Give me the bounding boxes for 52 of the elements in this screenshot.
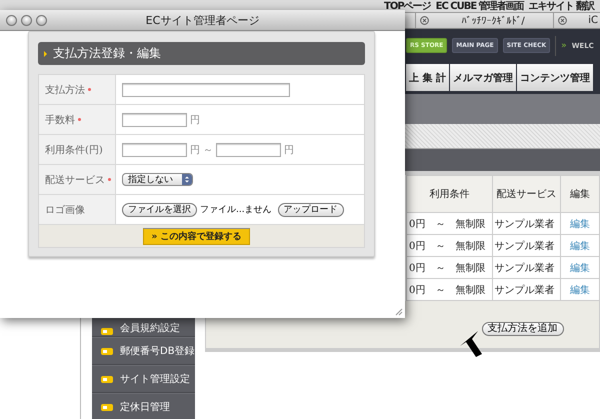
unit-label: 円 [284,144,294,156]
field-label: 支払方法 [39,75,116,104]
table-cell: 0円 ～ 無制限 [406,256,492,278]
section-heading: 支払方法登録・編集 [38,42,365,65]
edit-link[interactable]: 編集 [560,234,600,256]
table-cell: サンプル業者 [492,234,561,256]
table-cell: 0円 ～ 無制限 [406,234,492,256]
range-separator: ～ [203,144,213,156]
bookmark-link[interactable]: EC CUBE 管理者画面 [436,1,524,12]
sidebar-item[interactable]: 定休日管理 [92,393,195,419]
browser-tab[interactable]: ﾊﾞｯﾁﾜｰｸｷﾞﾙﾄﾞ/ [415,13,553,28]
unit-label: 円 [190,114,200,126]
nav-tab[interactable]: 上 集 計 [406,64,450,91]
choose-file-button[interactable]: ファイルを選択 [122,202,197,216]
field-label: 手数料 [39,105,116,134]
input-field[interactable] [122,82,290,96]
select-dropdown[interactable]: 指定しない [122,173,193,186]
field-label: 利用条件(円) [39,135,116,164]
input-field[interactable] [122,142,187,156]
close-icon[interactable] [558,16,567,25]
column-header: 編集 [560,176,600,212]
nav-tab[interactable]: コンテンツ管理 [516,64,594,91]
close-icon[interactable] [6,14,17,26]
chevron-icon: » [561,40,567,50]
sidebar-item[interactable]: 郵便番号DB登録 [92,337,195,365]
upload-button[interactable]: アップロード [278,202,344,216]
sidebar-item[interactable]: サイト管理設定 [92,365,195,393]
unit-label: 円 [190,144,200,156]
input-field[interactable] [216,142,281,156]
field-label: 配送サービス [39,165,116,194]
edit-link[interactable]: 編集 [560,256,600,278]
nav-tab[interactable]: メルマガ管理 [450,64,517,91]
window-title: ECサイト管理者ページ [144,12,260,28]
zoom-icon[interactable] [36,14,47,26]
resize-grip-icon[interactable] [395,308,403,316]
bookmark-link[interactable]: TOPページ [384,1,431,12]
edit-link[interactable]: 編集 [560,212,600,234]
minimize-icon[interactable] [21,14,32,26]
table-cell: 0円 ～ 無制限 [406,212,492,234]
stepper-icon [182,174,192,185]
add-payment-button[interactable]: 支払方法を追加 [482,322,564,336]
column-header: 配送サービス [492,176,561,212]
table-cell: サンプル業者 [492,212,561,234]
field-label: ロゴ画像 [39,195,116,224]
column-header: 利用条件 [406,176,492,212]
bookmark-link[interactable]: エキサイト 翻訳 [528,1,594,12]
close-icon[interactable] [420,16,429,25]
table-cell: サンプル業者 [492,256,561,278]
input-field[interactable] [122,112,187,126]
submit-button[interactable]: » この内容で登録する [142,228,250,244]
file-status: ファイル...ません [200,204,272,216]
browser-tab[interactable]: iC [553,13,600,28]
